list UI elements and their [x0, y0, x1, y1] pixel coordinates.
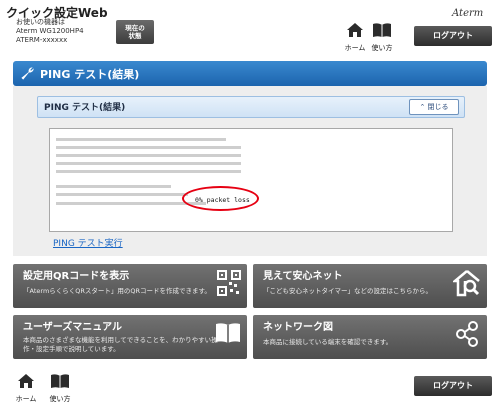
book-icon [216, 323, 240, 343]
tile-network-desc: 本商品に接続している端末を確認できます。 [263, 338, 393, 346]
tile-qr-code[interactable]: 設定用QRコードを表示 「AtermらくらくQRスタート」用のQRコードを作成で… [13, 264, 247, 308]
tile-network-map[interactable]: ネットワーク図 本商品に接続している端末を確認できます。 [253, 315, 487, 359]
network-icon [456, 321, 478, 347]
home-icon [18, 374, 34, 388]
book-icon [51, 374, 69, 388]
status-button-line1: 現在の [125, 24, 145, 32]
current-status-button[interactable]: 現在の 状態 [116, 20, 154, 44]
tile-qr-desc: 「AtermらくらくQRスタート」用のQRコードを作成できます。 [23, 287, 211, 295]
tile-safe-net-desc: 「こども安心ネットタイマー」などの設定はこちらから。 [263, 287, 432, 295]
help-label: 使い方 [371, 44, 393, 52]
qr-code-icon [217, 270, 241, 296]
footer-help-label: 使い方 [49, 395, 71, 403]
home-label: ホーム [344, 44, 366, 52]
home-icon [347, 23, 363, 37]
wrench-icon [21, 67, 34, 80]
status-button-line2: 状態 [128, 32, 142, 40]
tile-safe-net[interactable]: 見えて安心ネット 「こども安心ネットタイマー」などの設定はこちらから。 [253, 264, 487, 308]
footer-help-button[interactable]: 使い方 [48, 373, 72, 404]
brand-logo: Aterm [452, 8, 484, 19]
ping-test-run-link[interactable]: PING テスト実行 [53, 236, 123, 249]
tile-safe-net-title: 見えて安心ネット [263, 271, 343, 282]
tile-network-title: ネットワーク図 [263, 322, 333, 333]
highlight-circle [182, 186, 259, 211]
footer-logout-button[interactable]: ログアウト [414, 376, 492, 396]
tile-qr-title: 設定用QRコードを表示 [23, 271, 130, 282]
book-icon [373, 23, 391, 37]
footer-home-label: ホーム [15, 395, 37, 403]
tile-users-manual[interactable]: ユーザーズマニュアル 本商品のさまざまな機能を利用してできることを、わかりやすい… [13, 315, 247, 359]
device-ssid: ATERM-xxxxxx [16, 36, 68, 44]
device-model: Aterm WG1200HP4 [16, 27, 84, 35]
tile-manual-desc-1: 本商品のさまざまな機能を利用してできることを、わかりやすい操 [23, 336, 218, 344]
device-caption: お使いの機器は [16, 18, 65, 26]
footer-home-button[interactable]: ホーム [14, 373, 38, 404]
help-button[interactable]: 使い方 [370, 22, 394, 53]
home-button[interactable]: ホーム [343, 22, 367, 53]
ping-result-box [49, 128, 453, 232]
page-title: PING テスト(結果) [40, 68, 140, 81]
house-search-icon [453, 270, 480, 297]
tile-manual-title: ユーザーズマニュアル [23, 322, 122, 333]
chevron-up-icon: ⌃ [419, 103, 426, 111]
collapse-label: 閉じる [427, 103, 449, 111]
result-panel-title: PING テスト(結果) [44, 103, 126, 113]
tile-manual-desc-2: 作・設定手順で説明しています。 [23, 345, 120, 353]
collapse-button[interactable]: ⌃ 閉じる [409, 99, 459, 115]
logout-button[interactable]: ログアウト [414, 26, 492, 46]
